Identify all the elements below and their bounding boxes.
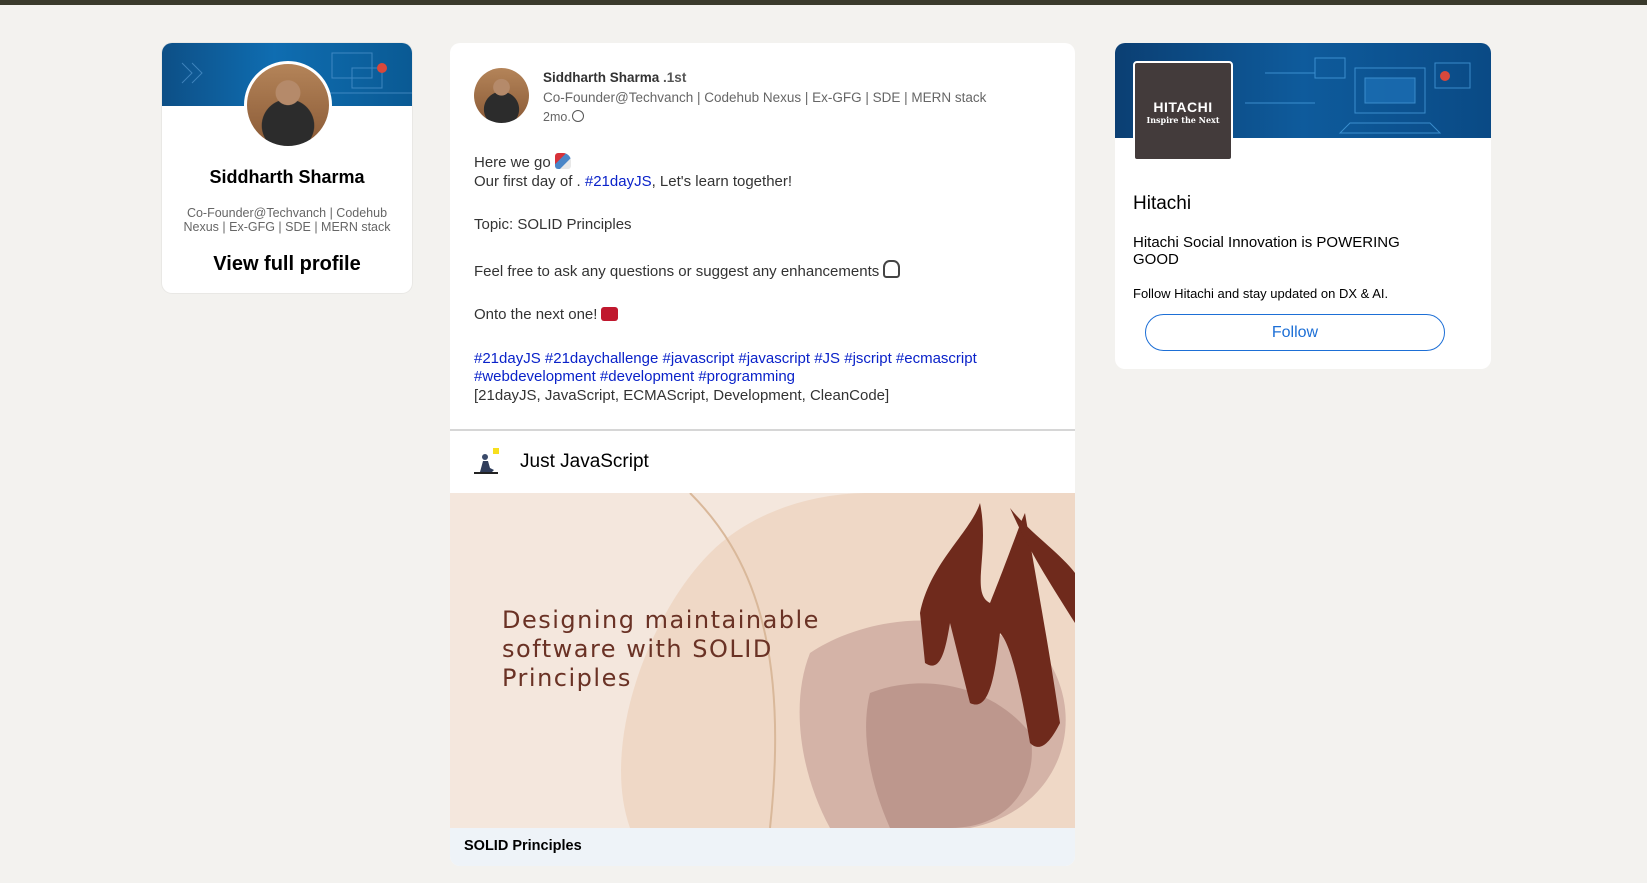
post-time-text: 2mo. [543,110,571,124]
post-author-avatar[interactable] [474,68,529,123]
article-source-title[interactable]: Just JavaScript [520,451,649,473]
ad-tagline: Hitachi Social Innovation is POWERING GO… [1133,234,1400,268]
hundred-points-icon [601,307,619,321]
hashtag-link[interactable]: #21dayJS [585,173,652,190]
profile-card: Siddharth Sharma Co-Founder@Techvanch | … [162,43,412,293]
top-bar [0,0,1647,5]
post-ask-text: Feel free to ask any questions or sugges… [474,262,880,280]
post-line-1: Here we go [474,153,1054,173]
praying-hands-icon [883,259,901,278]
hitachi-logo[interactable]: HITACHI Inspire the Next [1133,61,1233,161]
profile-avatar[interactable] [244,61,332,149]
connection-degree: .1st [663,70,687,85]
post-tags: [21dayJS, JavaScript, ECMAScript, Develo… [474,386,890,404]
view-full-profile-link[interactable]: View full profile [162,253,412,276]
post-next-text: Onto the next one! [474,306,598,323]
post-body: Here we go Our first day of . #21dayJS, … [474,153,1054,405]
rocket-icon [554,153,571,169]
post-author-headline: Co-Founder@Techvanch | Codehub Nexus | E… [543,90,987,105]
follow-button[interactable]: Follow [1145,314,1445,351]
article-caption-bar[interactable]: SOLID Principles [450,828,1075,866]
profile-name: Siddharth Sharma [209,167,365,187]
post-next-line: Onto the next one! [474,306,1054,325]
post-card: Siddharth Sharma .1st Co-Founder@Techvan… [450,43,1075,866]
profile-headline: Co-Founder@Techvanch | Codehub Nexus | E… [183,206,391,234]
post-topic: Topic: SOLID Principles [474,216,632,233]
post-divider [450,429,1075,431]
hitachi-logo-text: HITACHI [1153,99,1213,115]
post-line-2-suffix: , Let's learn together! [651,172,793,190]
ad-description: Follow Hitachi and stay updated on DX & … [1133,286,1389,301]
ad-card: HITACHI Inspire the Next Hitachi Hitachi… [1115,43,1491,369]
post-ask-line: Feel free to ask any questions or sugges… [474,259,1054,282]
article-image-text: Designing maintainable software with SOL… [502,606,820,692]
post-author-name[interactable]: Siddharth Sharma .1st [543,70,686,85]
post-line-2: Our first day of . #21dayJS, Let's learn… [474,173,1054,192]
ad-company-name[interactable]: Hitachi [1133,193,1191,215]
article-caption[interactable]: SOLID Principles [464,838,582,854]
article-image[interactable]: Designing maintainable software with SOL… [450,493,1075,828]
post-hashtags-1[interactable]: #21dayJS #21daychallenge #javascript #ja… [474,350,1054,369]
post-author-name-text[interactable]: Siddharth Sharma [543,70,659,85]
hitachi-logo-slogan: Inspire the Next [1146,115,1220,125]
post-line-1-text: Here we go [474,154,551,171]
post-timestamp: 2mo. [543,110,584,124]
globe-icon [571,110,584,122]
post-hashtags-2[interactable]: #webdevelopment #development #programmin… [474,368,1054,387]
just-javascript-logo-icon [474,448,499,474]
post-line-2-prefix: Our first day of . [474,172,581,190]
